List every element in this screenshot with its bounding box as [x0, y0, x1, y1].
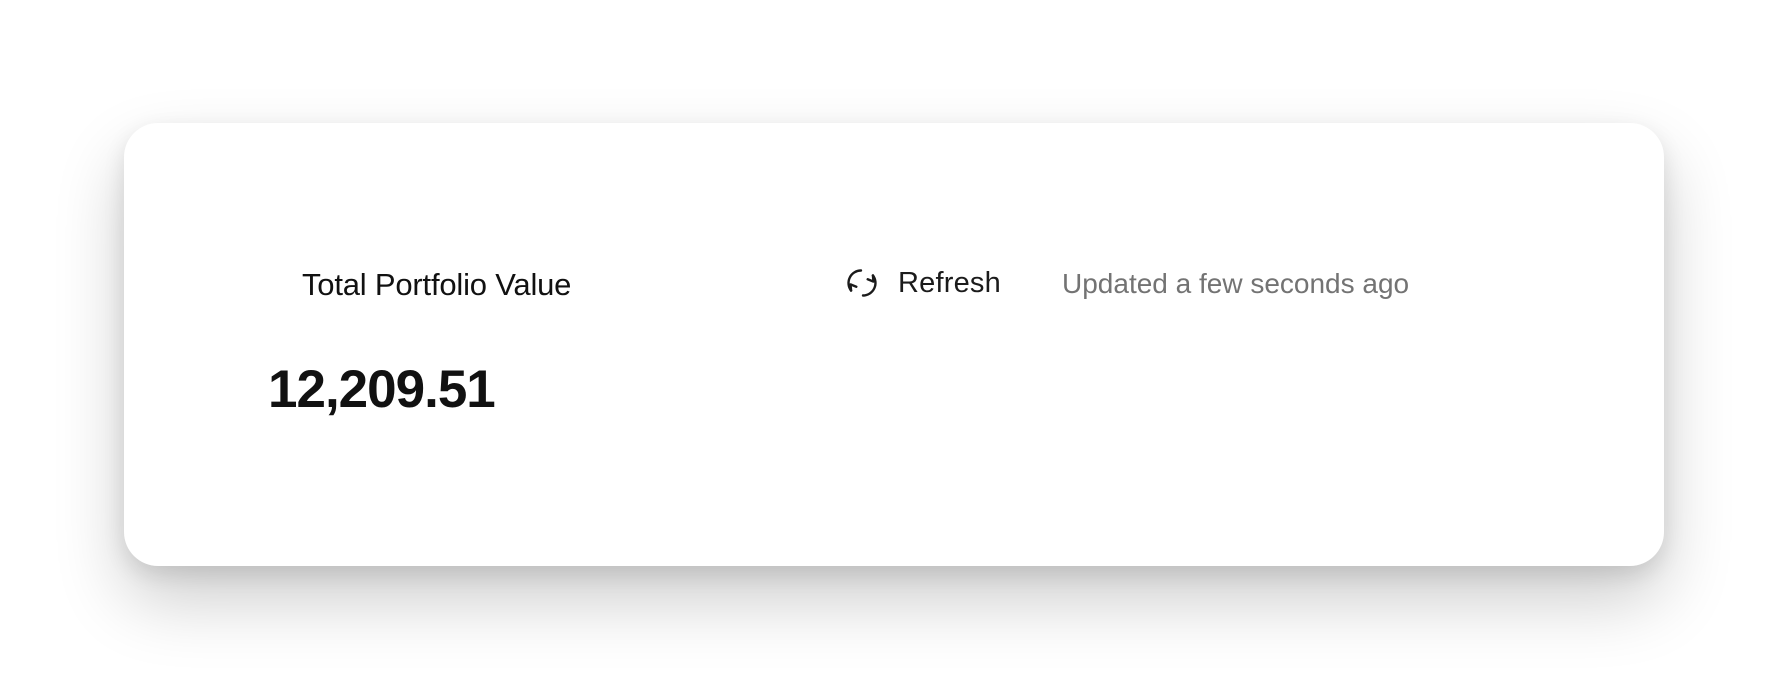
- refresh-label: Refresh: [898, 266, 1001, 299]
- portfolio-title: Total Portfolio Value: [302, 267, 572, 302]
- last-updated-text: Updated a few seconds ago: [1062, 268, 1410, 299]
- refresh-icon: [847, 269, 877, 297]
- refresh-button[interactable]: Refresh: [844, 263, 1001, 303]
- portfolio-card: Total Portfolio Value Refresh Updated a …: [124, 123, 1664, 566]
- portfolio-value: 12,209.51: [268, 360, 496, 419]
